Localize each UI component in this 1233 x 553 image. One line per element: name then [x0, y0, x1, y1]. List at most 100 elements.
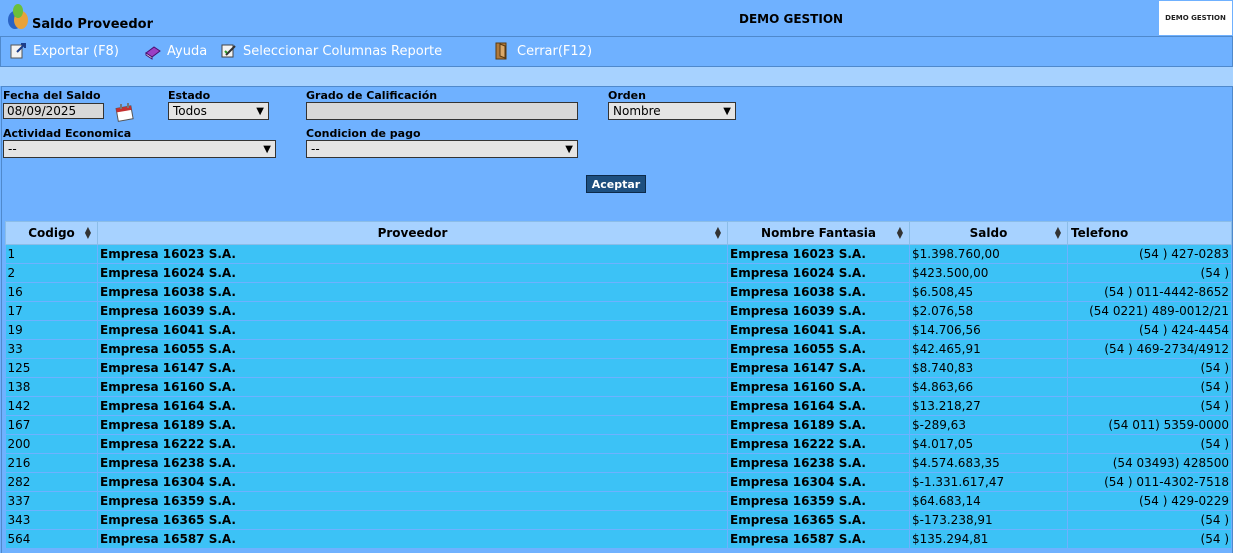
condicion-select[interactable]: -- ▼	[306, 140, 578, 158]
separator-band	[0, 67, 1233, 86]
cell-telefono: (54 03493) 428500	[1067, 453, 1232, 473]
toolbar: Exportar (F8) Ayuda Seleccionar Columnas…	[0, 36, 1233, 67]
table-row[interactable]: 125 Empresa 16147 S.A. Empresa 16147 S.A. $…	[5, 358, 1232, 378]
cell-proveedor: Empresa 16039 S.A.	[97, 301, 728, 321]
cell-fantasia: Empresa 16164 S.A.	[727, 396, 910, 416]
cell-proveedor: Empresa 16359 S.A.	[97, 491, 728, 511]
grado-input[interactable]	[306, 102, 578, 120]
column-header-codigo[interactable]: Codigo ▲ ▼	[5, 221, 98, 245]
close-button[interactable]: Cerrar(F12)	[492, 41, 592, 61]
cell-telefono: (54 )	[1067, 396, 1232, 416]
column-header-saldo[interactable]: Saldo ▲ ▼	[909, 221, 1068, 245]
export-icon	[10, 43, 26, 59]
cell-proveedor: Empresa 16238 S.A.	[97, 453, 728, 473]
cell-proveedor: Empresa 16189 S.A.	[97, 415, 728, 435]
cell-fantasia: Empresa 16238 S.A.	[727, 453, 910, 473]
column-header-proveedor[interactable]: Proveedor ▲ ▼	[97, 221, 728, 245]
table-header-row: Codigo ▲ ▼ Proveedor ▲ ▼ Nombre Fantasia ▲ ▼ S…	[5, 221, 1232, 245]
brand-logo: DEMO GESTION	[1159, 1, 1232, 35]
cell-fantasia: Empresa 16038 S.A.	[727, 282, 910, 302]
cell-saldo: $4.574.683,35	[909, 453, 1068, 473]
table-row[interactable]: 19 Empresa 16041 S.A. Empresa 16041 S.A. $1…	[5, 320, 1232, 340]
table-row[interactable]: 167 Empresa 16189 S.A. Empresa 16189 S.A. $…	[5, 415, 1232, 435]
export-label: Exportar (F8)	[33, 43, 119, 59]
export-button[interactable]: Exportar (F8)	[8, 41, 119, 61]
cell-telefono: (54 ) 429-0229	[1067, 491, 1232, 511]
cell-telefono: (54 0221) 489-0012/21	[1067, 301, 1232, 321]
table-row[interactable]: 216 Empresa 16238 S.A. Empresa 16238 S.A. $…	[5, 453, 1232, 473]
cell-codigo: 343	[5, 510, 98, 530]
orden-value: Nombre	[613, 104, 661, 118]
cell-proveedor: Empresa 16024 S.A.	[97, 263, 728, 283]
cell-proveedor: Empresa 16160 S.A.	[97, 377, 728, 397]
table-row[interactable]: 564 Empresa 16587 S.A. Empresa 16587 S.A. $…	[5, 529, 1232, 549]
table-row[interactable]: 138 Empresa 16160 S.A. Empresa 16160 S.A. $…	[5, 377, 1232, 397]
cell-proveedor: Empresa 16222 S.A.	[97, 434, 728, 454]
cell-codigo: 142	[5, 396, 98, 416]
chevron-down-icon: ▼	[256, 105, 264, 117]
select-columns-button[interactable]: Seleccionar Columnas Reporte	[220, 41, 442, 61]
estado-value: Todos	[173, 104, 207, 118]
cell-codigo: 337	[5, 491, 98, 511]
actividad-select[interactable]: -- ▼	[3, 140, 276, 158]
table-row[interactable]: 337 Empresa 16359 S.A. Empresa 16359 S.A. $…	[5, 491, 1232, 511]
chevron-down-icon: ▼	[565, 143, 573, 155]
orden-select[interactable]: Nombre ▼	[608, 102, 736, 120]
fecha-input[interactable]: 08/09/2025	[3, 103, 104, 119]
orden-label: Orden	[608, 89, 646, 102]
estado-select[interactable]: Todos ▼	[168, 102, 269, 120]
condicion-label: Condicion de pago	[306, 127, 421, 140]
cell-proveedor: Empresa 16147 S.A.	[97, 358, 728, 378]
table-row[interactable]: 1 Empresa 16023 S.A. Empresa 16023 S.A. $1.…	[5, 244, 1232, 264]
sort-icon: ▲ ▼	[896, 225, 903, 240]
cell-telefono: (54 011) 5359-0000	[1067, 415, 1232, 435]
cell-fantasia: Empresa 16365 S.A.	[727, 510, 910, 530]
table-row[interactable]: 282 Empresa 16304 S.A. Empresa 16304 S.A. $…	[5, 472, 1232, 492]
close-label: Cerrar(F12)	[517, 43, 593, 59]
cell-codigo: 200	[5, 434, 98, 454]
cell-proveedor: Empresa 16365 S.A.	[97, 510, 728, 530]
cell-telefono: (54 )	[1067, 510, 1232, 530]
table-body: 1 Empresa 16023 S.A. Empresa 16023 S.A. $1.…	[5, 244, 1232, 549]
help-button[interactable]: Ayuda	[144, 41, 207, 61]
cell-telefono: (54 ) 427-0283	[1067, 244, 1232, 264]
cell-telefono: (54 ) 011-4442-8652	[1067, 282, 1232, 302]
cell-fantasia: Empresa 16222 S.A.	[727, 434, 910, 454]
calendar-icon[interactable]	[114, 101, 136, 123]
cell-telefono: (54 )	[1067, 358, 1232, 378]
table-row[interactable]: 142 Empresa 16164 S.A. Empresa 16164 S.A. $…	[5, 396, 1232, 416]
cell-proveedor: Empresa 16055 S.A.	[97, 339, 728, 359]
table-row[interactable]: 2 Empresa 16024 S.A. Empresa 16024 S.A. $42…	[5, 263, 1232, 283]
condicion-value: --	[311, 142, 320, 156]
table-row[interactable]: 17 Empresa 16039 S.A. Empresa 16039 S.A. $2…	[5, 301, 1232, 321]
brand-logo-text: DEMO GESTION	[1165, 14, 1226, 22]
table-row[interactable]: 343 Empresa 16365 S.A. Empresa 16365 S.A. $…	[5, 510, 1232, 530]
cell-saldo: $2.076,58	[909, 301, 1068, 321]
cell-fantasia: Empresa 16304 S.A.	[727, 472, 910, 492]
table-row[interactable]: 200 Empresa 16222 S.A. Empresa 16222 S.A. $…	[5, 434, 1232, 454]
grado-label: Grado de Calificación	[306, 89, 438, 102]
cell-fantasia: Empresa 16039 S.A.	[727, 301, 910, 321]
cell-proveedor: Empresa 16587 S.A.	[97, 529, 728, 549]
cell-codigo: 19	[5, 320, 98, 340]
accept-button[interactable]: Aceptar	[586, 175, 646, 193]
table-row[interactable]: 33 Empresa 16055 S.A. Empresa 16055 S.A. $4…	[5, 339, 1232, 359]
cell-proveedor: Empresa 16038 S.A.	[97, 282, 728, 302]
cell-codigo: 33	[5, 339, 98, 359]
column-header-telefono[interactable]: Telefono	[1067, 221, 1232, 245]
cell-saldo: $4.017,05	[909, 434, 1068, 454]
results-panel: Codigo ▲ ▼ Proveedor ▲ ▼ Nombre Fantasia ▲ ▼ S…	[1, 216, 1233, 553]
column-header-fantasia[interactable]: Nombre Fantasia ▲ ▼	[727, 221, 910, 245]
cell-saldo: $8.740,83	[909, 358, 1068, 378]
cell-saldo: $64.683,14	[909, 491, 1068, 511]
table-row[interactable]: 16 Empresa 16038 S.A. Empresa 16038 S.A. $6…	[5, 282, 1232, 302]
cell-fantasia: Empresa 16359 S.A.	[727, 491, 910, 511]
cell-saldo: $14.706,56	[909, 320, 1068, 340]
cell-fantasia: Empresa 16023 S.A.	[727, 244, 910, 264]
cell-saldo: $42.465,91	[909, 339, 1068, 359]
cell-fantasia: Empresa 16041 S.A.	[727, 320, 910, 340]
edit-columns-icon	[221, 44, 236, 58]
cell-codigo: 2	[5, 263, 98, 283]
cell-codigo: 282	[5, 472, 98, 492]
cell-telefono: (54 )	[1067, 529, 1232, 549]
